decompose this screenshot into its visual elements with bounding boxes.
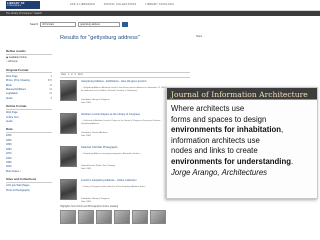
result-title[interactable]: Lincoln's Gettysburg Address - Online Co… (81, 179, 169, 182)
result-thumbnail[interactable] (60, 80, 77, 101)
result-thumbnail[interactable] (60, 146, 77, 167)
search-label: Search (30, 23, 39, 26)
radio-label: Available Online (8, 56, 27, 59)
journal-band: Journal of Information Architecture (167, 88, 317, 100)
nav-digital-collections[interactable]: DIGITAL COLLECTIONS (104, 3, 137, 6)
share-link[interactable]: Share (196, 36, 202, 38)
highlights-section: Highlights from Prints and Photographs O… (60, 205, 190, 224)
result-description: ... Library of Congress online collectio… (81, 186, 147, 188)
result-thumbnail[interactable] (60, 113, 77, 134)
result-meta: Original Format: Photo, Print, Drawing Da… (81, 165, 115, 170)
online-heading: Online Format (6, 104, 52, 110)
result-item: Selected Civil War Photographs ... Getty… (60, 146, 168, 177)
result-meta: Contributor: Lincoln, Abraham Date: 1863 (81, 132, 108, 137)
highlights-heading: Highlights from Prints and Photographs O… (60, 205, 119, 208)
logo-line2: CONGRESS (7, 5, 22, 7)
result-title[interactable]: Selected Civil War Photographs (81, 146, 169, 149)
highlights-strip (60, 209, 190, 224)
result-item: Abraham Lincoln Papers at the Library of… (60, 113, 168, 144)
view-toggle[interactable]: View (61, 74, 66, 76)
page-1-link[interactable]: 1 (68, 74, 69, 76)
sites-heading: Sites and Collections (6, 177, 52, 183)
quote-emphasis: environments for understanding (171, 156, 291, 166)
quote-line: forms and spaces to design (171, 114, 267, 124)
nav-ask-librarian[interactable]: ASK A LIBRARIAN (70, 3, 95, 6)
refine-heading: Refine results (6, 49, 52, 55)
nav-library-catalogs[interactable]: LIBRARY CATALOGS (145, 3, 174, 6)
highlight-thumbnail[interactable] (78, 209, 94, 224)
top-nav: ASK A LIBRARIAN DIGITAL COLLECTIONS LIBR… (70, 3, 174, 6)
result-description: ... Gettysburg Address. Abraham Lincoln'… (81, 87, 169, 92)
result-meta: Contributor: Library of Congress Date: 18… (81, 99, 110, 104)
result-description: ... Collection of Abraham Lincoln's Pape… (81, 120, 162, 125)
journal-title: Journal of Information Architecture (171, 89, 308, 99)
breadcrumb[interactable]: The Library of Congress > Search (6, 12, 42, 15)
highlight-thumbnail[interactable] (60, 209, 76, 224)
next-page-link[interactable]: Next (78, 74, 83, 76)
radio-label-2: All Items (8, 60, 18, 64)
highlight-thumbnail[interactable] (96, 209, 112, 224)
facet-item[interactable]: Audio 3 (6, 97, 52, 101)
page-2-link[interactable]: 2 (71, 74, 72, 76)
highlight-thumbnail[interactable] (132, 209, 148, 224)
quote-line: nodes and links to create (171, 146, 258, 156)
search-button[interactable] (122, 22, 129, 27)
result-title[interactable]: Gettysburg Address - Exhibitions - How d… (81, 80, 169, 83)
result-thumbnail[interactable] (60, 179, 77, 200)
quote-line: Where architects use (171, 104, 245, 113)
highlight-thumbnail[interactable] (150, 209, 166, 224)
results-list: Gettysburg Address - Exhibitions - How d… (60, 80, 168, 212)
result-title[interactable]: Abraham Lincoln Papers at the Library of… (81, 113, 169, 116)
quote-callout: Journal of Information Architecture Wher… (166, 87, 318, 199)
result-item: Gettysburg Address - Exhibitions - How d… (60, 80, 168, 111)
quote-attribution: Jorge Arango, Architectures (171, 167, 268, 177)
library-logo[interactable]: LIBRARY OF CONGRESS (6, 1, 40, 9)
site-item[interactable]: Prints & Photographs (6, 189, 52, 193)
more-dates-link[interactable]: More Dates > (6, 170, 52, 174)
page-3-link[interactable]: 3 (75, 74, 76, 76)
search-input[interactable]: gettysburg address (78, 22, 121, 27)
format-heading: Original Format (6, 68, 52, 74)
quote-line: information architects use (171, 135, 260, 145)
quote-body: Where architects use forms and spaces to… (171, 104, 294, 177)
date-heading: Date (6, 127, 52, 133)
result-description: ... Gettysburg Address ceremony photogra… (81, 153, 142, 155)
highlight-thumbnail[interactable] (114, 209, 130, 224)
breadcrumb-bar: The Library of Congress > Search (0, 11, 320, 16)
all-items-radio[interactable]: ○ All Items (6, 60, 52, 64)
facet-item[interactable]: Audio (6, 120, 52, 124)
format-select[interactable]: All Formats (40, 22, 77, 27)
results-toolbar: View 1 2 3 Next (60, 72, 190, 78)
top-bar: LIBRARY OF CONGRESS ASK A LIBRARIAN DIGI… (0, 0, 320, 11)
search-row: Search All Formats gettysburg address (30, 22, 129, 27)
quote-emphasis: environments for inhabitation (171, 125, 282, 135)
result-meta: Contributor: Library of Congress Date: 18… (81, 198, 110, 203)
results-title: Results for "gettysburg address" (60, 35, 140, 41)
refine-sidebar: Refine results ◉ Available Online ○ All … (6, 46, 52, 193)
